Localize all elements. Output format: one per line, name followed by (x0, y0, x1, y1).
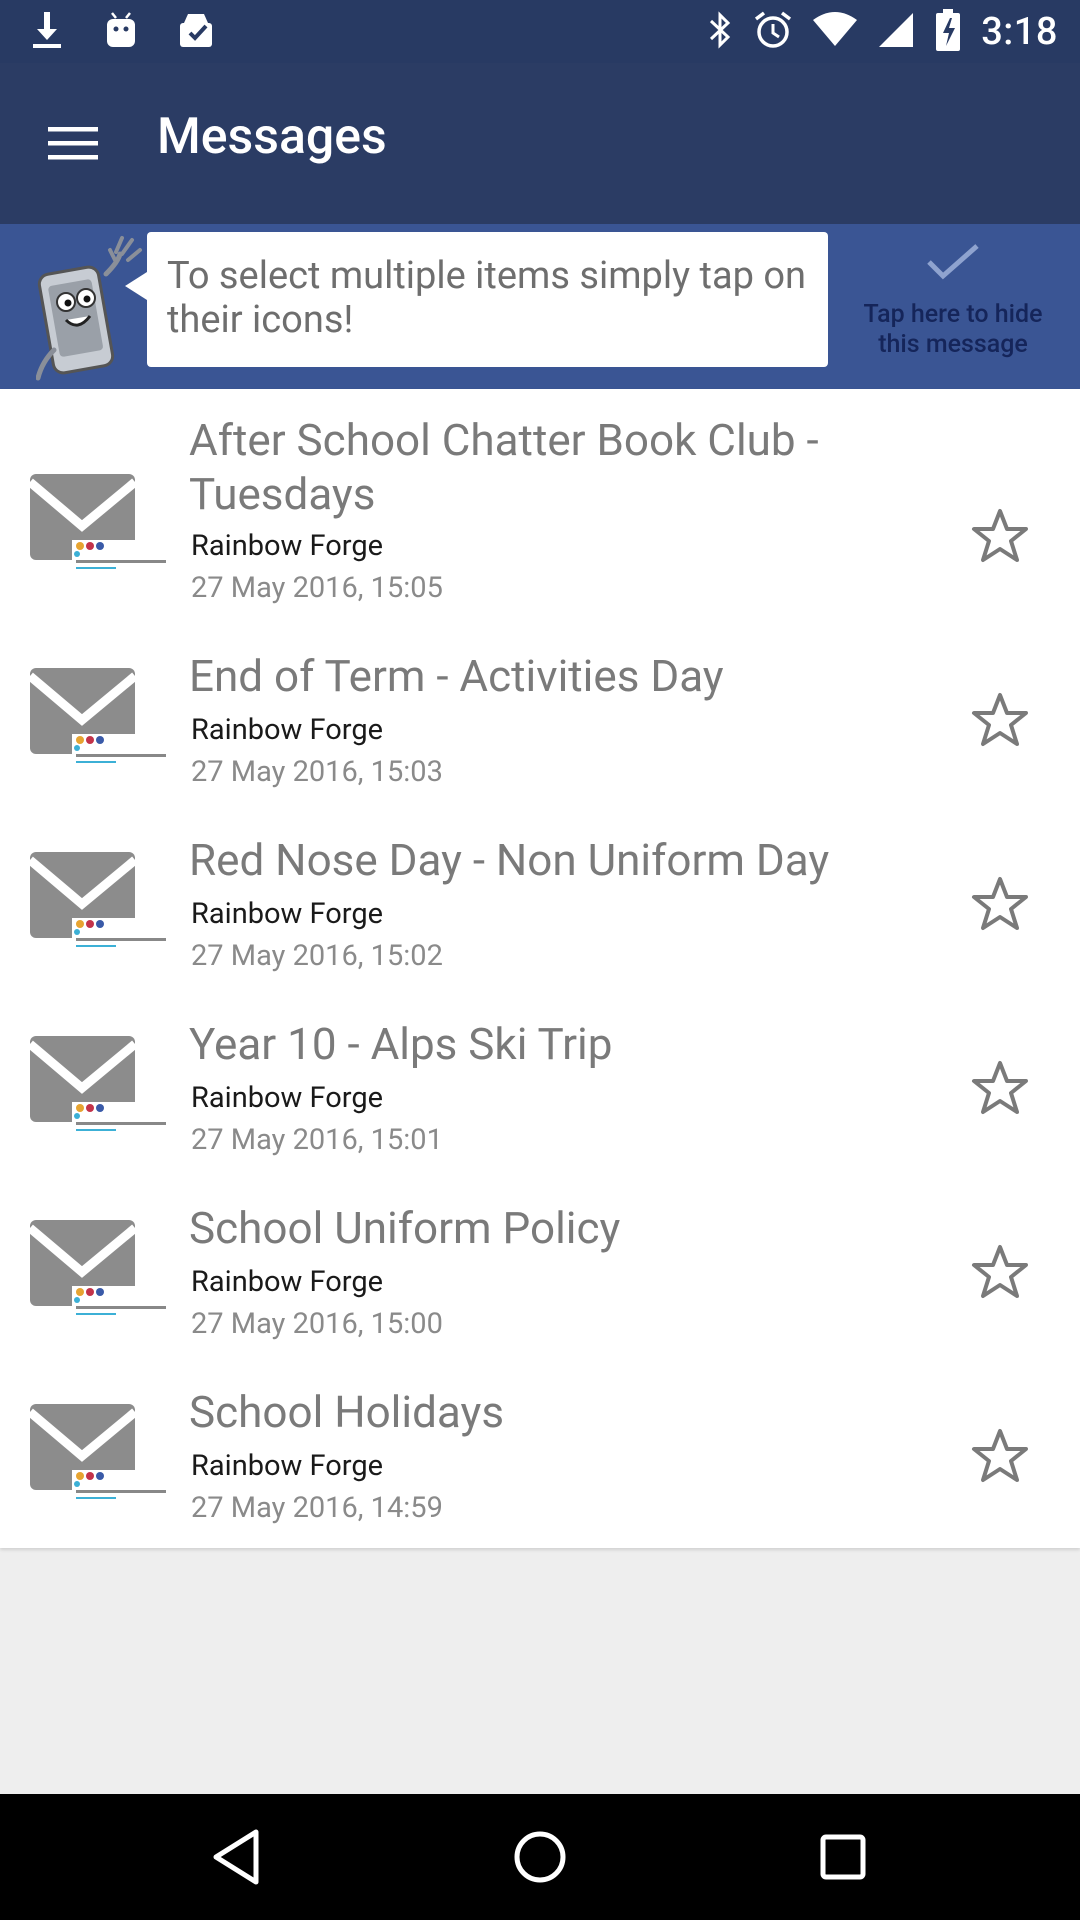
star-icon[interactable] (970, 690, 1030, 750)
star-icon[interactable] (970, 874, 1030, 934)
star-icon[interactable] (970, 1426, 1030, 1486)
message-list: After School Chatter Book Club - Tuesday… (0, 389, 1080, 1548)
recents-icon (820, 1834, 866, 1880)
hide-tip-button[interactable]: Tap here to hide this message (848, 242, 1058, 382)
android-icon (104, 11, 138, 53)
star-icon[interactable] (970, 1242, 1030, 1302)
message-sender: Rainbow Forge (191, 713, 384, 747)
back-icon (213, 1829, 259, 1885)
menu-button[interactable] (40, 115, 106, 171)
home-icon (514, 1831, 566, 1883)
wifi-icon (813, 12, 858, 52)
message-sender: Rainbow Forge (191, 1449, 384, 1483)
envelope-icon[interactable] (27, 842, 170, 972)
message-title: End of Term - Activities Day (189, 650, 724, 702)
clipboard-check-icon (178, 11, 218, 53)
star-icon[interactable] (970, 1058, 1030, 1118)
message-date: 27 May 2016, 15:05 (191, 571, 443, 605)
message-date: 27 May 2016, 15:01 (191, 1123, 443, 1157)
tip-banner: To select multiple items simply tap on t… (0, 224, 1080, 389)
status-bar: 3:18 (0, 0, 1080, 63)
envelope-icon[interactable] (27, 658, 170, 788)
check-icon (927, 244, 979, 280)
alarm-icon (753, 10, 793, 54)
home-button[interactable] (507, 1824, 573, 1890)
message-title: School Uniform Policy (189, 1202, 621, 1254)
message-title: School Holidays (189, 1386, 505, 1438)
message-date: 27 May 2016, 15:00 (191, 1307, 443, 1341)
message-row[interactable]: End of Term - Activities Day Rainbow For… (0, 628, 1080, 812)
signal-icon (877, 11, 915, 53)
message-title: Year 10 - Alps Ski Trip (189, 1018, 613, 1070)
back-button[interactable] (204, 1824, 270, 1890)
envelope-icon[interactable] (27, 1026, 170, 1156)
message-row[interactable]: Red Nose Day - Non Uniform Day Rainbow F… (0, 812, 1080, 996)
message-row[interactable]: School Holidays Rainbow Forge 27 May 201… (0, 1364, 1080, 1548)
tip-message: To select multiple items simply tap on t… (125, 232, 828, 367)
clock-time: 3:18 (981, 10, 1058, 54)
message-sender: Rainbow Forge (191, 1265, 384, 1299)
envelope-icon[interactable] (27, 1210, 170, 1340)
message-date: 27 May 2016, 15:02 (191, 939, 443, 973)
app-toolbar: Messages (0, 63, 1080, 224)
phone-mascot-icon (35, 232, 148, 382)
message-row[interactable]: After School Chatter Book Club - Tuesday… (0, 389, 1080, 628)
message-date: 27 May 2016, 14:59 (191, 1491, 443, 1525)
message-title: Red Nose Day - Non Uniform Day (189, 834, 830, 886)
message-row[interactable]: School Uniform Policy Rainbow Forge 27 M… (0, 1180, 1080, 1364)
download-icon (30, 10, 64, 54)
star-icon[interactable] (970, 506, 1030, 566)
system-nav-bar (0, 1794, 1080, 1920)
page-title: Messages (157, 108, 387, 166)
message-sender: Rainbow Forge (191, 897, 384, 931)
message-title: After School Chatter Book Club - Tuesday… (189, 414, 819, 520)
message-date: 27 May 2016, 15:03 (191, 755, 443, 789)
battery-charging-icon (935, 9, 961, 55)
recents-button[interactable] (810, 1824, 876, 1890)
message-row[interactable]: Year 10 - Alps Ski Trip Rainbow Forge 27… (0, 996, 1080, 1180)
menu-icon (48, 127, 98, 160)
message-sender: Rainbow Forge (191, 1081, 384, 1115)
envelope-icon[interactable] (27, 464, 170, 594)
bluetooth-icon (707, 10, 733, 54)
envelope-icon[interactable] (27, 1394, 170, 1524)
message-sender: Rainbow Forge (191, 529, 384, 563)
hide-tip-label: Tap here to hide this message (863, 300, 1043, 359)
